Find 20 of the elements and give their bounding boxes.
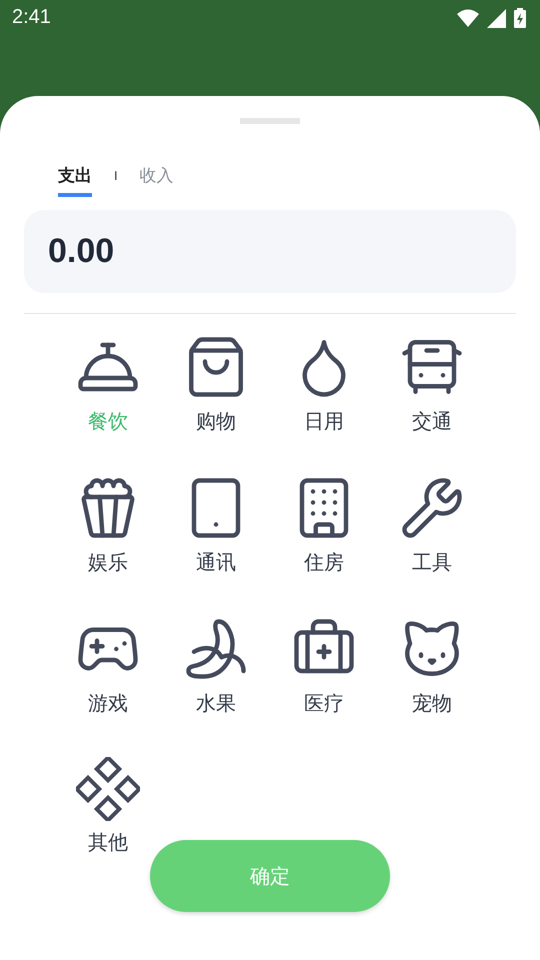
category-item[interactable]: 宠物 (378, 616, 486, 717)
status-time: 2:41 (12, 6, 51, 29)
category-item[interactable]: 购物 (162, 334, 270, 435)
category-item[interactable]: 住房 (270, 475, 378, 576)
amount-field[interactable]: 0.00 (24, 210, 516, 293)
wifi-icon (457, 9, 479, 27)
category-item[interactable]: 日用 (270, 334, 378, 435)
category-item[interactable]: 医疗 (270, 616, 378, 717)
category-item[interactable]: 娱乐 (54, 475, 162, 576)
tab-separator: I (114, 169, 118, 185)
drag-handle[interactable] (240, 118, 300, 124)
battery-icon (514, 8, 526, 28)
category-item[interactable]: 水果 (162, 616, 270, 717)
category-item[interactable]: 游戏 (54, 616, 162, 717)
signal-icon (487, 8, 506, 28)
diamonds-icon (76, 757, 140, 821)
tab[interactable]: 支出 (58, 164, 92, 196)
category-item[interactable]: 工具 (378, 475, 486, 576)
category-item[interactable]: 交通 (378, 334, 486, 435)
category-item[interactable]: 通讯 (162, 475, 270, 576)
